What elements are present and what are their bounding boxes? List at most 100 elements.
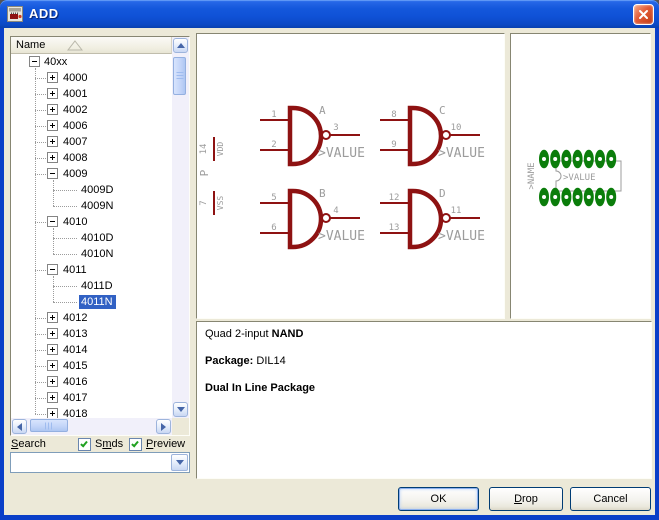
expand-icon[interactable] xyxy=(47,360,58,371)
scroll-left-button[interactable] xyxy=(12,419,27,434)
expand-icon[interactable] xyxy=(47,120,58,131)
tree-item-4007[interactable]: 4007 xyxy=(11,134,172,150)
tree-item-label[interactable]: 4010D xyxy=(79,231,116,245)
tree-item-4009[interactable]: 4009 xyxy=(11,166,172,182)
tree-item-4011N[interactable]: 4011N xyxy=(11,294,172,310)
tree-item-label[interactable]: 4009N xyxy=(79,199,116,213)
tree-item-label[interactable]: 4006 xyxy=(61,119,90,133)
svg-text:12: 12 xyxy=(389,193,400,203)
symbol-preview: 123A>VALUE564B>VALUE8910C>VALUE121311D>V… xyxy=(197,34,504,318)
cancel-button[interactable]: Cancel xyxy=(570,487,651,511)
scroll-down-button[interactable] xyxy=(173,402,188,417)
tree-item-label[interactable]: 4011N xyxy=(79,295,116,309)
tree-item-label[interactable]: 4002 xyxy=(61,103,90,117)
expand-icon[interactable] xyxy=(47,376,58,387)
scroll-right-button[interactable] xyxy=(156,419,171,434)
tree-item-label[interactable]: 4012 xyxy=(61,311,90,325)
smds-label[interactable]: Smds xyxy=(95,438,123,450)
svg-text:11: 11 xyxy=(451,206,462,216)
expand-icon[interactable] xyxy=(47,392,58,403)
search-combobox xyxy=(10,452,190,473)
tree-item-label[interactable]: 4000 xyxy=(61,71,90,85)
tree-column-header[interactable]: Name xyxy=(11,37,172,54)
tree-item-label[interactable]: 4007 xyxy=(61,135,90,149)
add-dialog: ADD Name 40xx400040014002400640074008400… xyxy=(0,0,659,520)
tree-item-4012[interactable]: 4012 xyxy=(11,310,172,326)
tree-vertical-scrollbar[interactable] xyxy=(172,37,189,418)
tree-item-label[interactable]: 4011 xyxy=(61,263,90,277)
tree-item-4014[interactable]: 4014 xyxy=(11,342,172,358)
tree-item-4000[interactable]: 4000 xyxy=(11,70,172,86)
tree-item-4009D[interactable]: 4009D xyxy=(11,182,172,198)
tree-item-label[interactable]: 4014 xyxy=(61,343,90,357)
expand-icon[interactable] xyxy=(47,408,58,418)
tree-item-label[interactable]: 4001 xyxy=(61,87,90,101)
description-line: Dual In Line Package xyxy=(205,382,643,394)
tree-item-label[interactable]: 4010 xyxy=(61,215,90,229)
expand-icon[interactable] xyxy=(47,104,58,115)
tree-item-4009N[interactable]: 4009N xyxy=(11,198,172,214)
tree-item-label[interactable]: 4010N xyxy=(79,247,116,261)
tree-item-label[interactable]: 4015 xyxy=(61,359,90,373)
tree-item-4008[interactable]: 4008 xyxy=(11,150,172,166)
combo-drop-button[interactable] xyxy=(171,454,188,471)
collapse-icon[interactable] xyxy=(47,168,58,179)
component-icon xyxy=(7,6,23,22)
tree-item-4011[interactable]: 4011 xyxy=(11,262,172,278)
tree-item-4002[interactable]: 4002 xyxy=(11,102,172,118)
ok-button[interactable]: OK xyxy=(398,487,479,511)
expand-icon[interactable] xyxy=(47,344,58,355)
tree-item-4010D[interactable]: 4010D xyxy=(11,230,172,246)
tree-item-label[interactable]: 4008 xyxy=(61,151,90,165)
tree-item-40xx[interactable]: 40xx xyxy=(11,54,172,70)
library-tree[interactable]: 40xx 4000 4001 4002 4006 4007 4008 4009 4009D 400… xyxy=(11,54,172,418)
preview-label[interactable]: Preview xyxy=(146,438,185,450)
tree-item-4013[interactable]: 4013 xyxy=(11,326,172,342)
collapse-icon[interactable] xyxy=(29,56,40,67)
tree-item-4011D[interactable]: 4011D xyxy=(11,278,172,294)
svg-text:VSS: VSS xyxy=(216,196,225,211)
scroll-up-button[interactable] xyxy=(173,38,188,53)
tree-item-4016[interactable]: 4016 xyxy=(11,374,172,390)
preview-checkbox[interactable] xyxy=(129,438,142,451)
horizontal-scroll-thumb[interactable] xyxy=(30,419,68,432)
svg-text:4: 4 xyxy=(333,206,338,216)
tree-item-4006[interactable]: 4006 xyxy=(11,118,172,134)
tree-item-4010N[interactable]: 4010N xyxy=(11,246,172,262)
tree-item-4017[interactable]: 4017 xyxy=(11,390,172,406)
tree-item-4001[interactable]: 4001 xyxy=(11,86,172,102)
checkmark-icon xyxy=(80,440,88,448)
expand-icon[interactable] xyxy=(47,328,58,339)
svg-text:A: A xyxy=(319,104,326,117)
tree-header-label: Name xyxy=(16,39,45,51)
arrow-left-icon xyxy=(13,423,22,431)
expand-icon[interactable] xyxy=(47,152,58,163)
search-input[interactable] xyxy=(13,455,168,470)
svg-text:1: 1 xyxy=(271,110,276,120)
tree-item-label[interactable]: 4016 xyxy=(61,375,90,389)
vertical-scroll-thumb[interactable] xyxy=(173,57,186,95)
tree-item-label[interactable]: 4018 xyxy=(61,407,90,418)
package-preview: >NAME>VALUE xyxy=(511,34,650,318)
tree-item-label[interactable]: 4013 xyxy=(61,327,90,341)
tree-item-label[interactable]: 4011D xyxy=(79,279,116,293)
tree-horizontal-scrollbar[interactable] xyxy=(11,418,172,435)
drop-button[interactable]: Drop xyxy=(489,487,563,511)
tree-item-4018[interactable]: 4018 xyxy=(11,406,172,418)
expand-icon[interactable] xyxy=(47,136,58,147)
expand-icon[interactable] xyxy=(47,88,58,99)
tree-item-label[interactable]: 4009 xyxy=(61,167,90,181)
collapse-icon[interactable] xyxy=(47,216,58,227)
close-button[interactable] xyxy=(633,4,654,25)
smds-checkbox[interactable] xyxy=(78,438,91,451)
expand-icon[interactable] xyxy=(47,72,58,83)
symbol-preview-panel: 123A>VALUE564B>VALUE8910C>VALUE121311D>V… xyxy=(196,33,505,319)
tree-item-4015[interactable]: 4015 xyxy=(11,358,172,374)
tree-item-label[interactable]: 4009D xyxy=(79,183,116,197)
tree-item-label[interactable]: 40xx xyxy=(42,55,70,69)
collapse-icon[interactable] xyxy=(47,264,58,275)
expand-icon[interactable] xyxy=(47,312,58,323)
tree-item-4010[interactable]: 4010 xyxy=(11,214,172,230)
tree-item-label[interactable]: 4017 xyxy=(61,391,90,405)
checkmark-icon xyxy=(131,440,139,448)
